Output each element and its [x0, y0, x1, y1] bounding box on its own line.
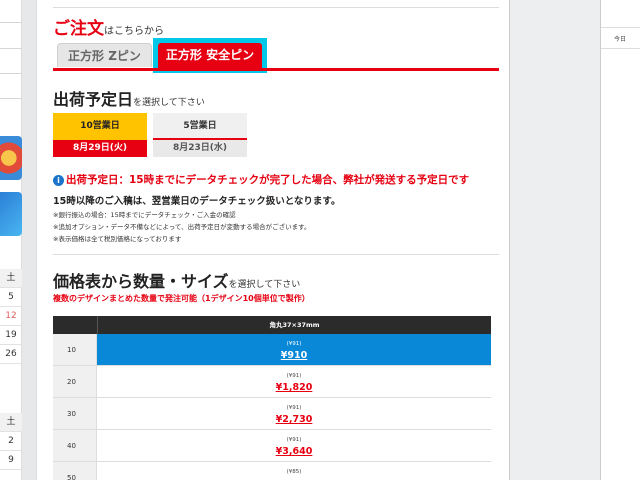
- ship-option-5-days[interactable]: 5営業日 8月23日(水): [153, 113, 247, 157]
- price-row[interactable]: 20 (¥91) ¥1,820: [53, 366, 491, 398]
- price-table-header: 角丸37×37mm: [53, 316, 491, 334]
- qty-cell: 40: [53, 430, 97, 461]
- qty-cell: 30: [53, 398, 97, 429]
- price-row[interactable]: 10 (¥91) ¥910: [53, 334, 491, 366]
- shipping-notice-text: 出荷予定日：15時までにデータチェックが完了した場合、弊社が発送する予定日です: [66, 174, 470, 186]
- divider: [601, 48, 640, 49]
- calendar-week: 土 5 12 19 26: [0, 269, 22, 364]
- total-price: ¥3,640: [275, 446, 313, 457]
- order-title: ご注文: [53, 19, 104, 39]
- promo-thumbnail[interactable]: [0, 136, 22, 180]
- info-icon: i: [53, 175, 64, 186]
- ship-option-date: 8月29日(火): [53, 140, 147, 157]
- unit-price: (¥85): [286, 469, 302, 475]
- price-cell[interactable]: (¥85): [97, 462, 491, 480]
- size-column-header: 角丸37×37mm: [97, 316, 491, 334]
- bulk-order-note: 複数のデザインまとめた数量で発注可能（1デザイン10個単位で製作）: [53, 294, 310, 303]
- divider: [601, 27, 640, 28]
- qty-cell: 20: [53, 366, 97, 397]
- price-cell[interactable]: (¥91) ¥2,730: [97, 398, 491, 429]
- shipping-subtitle: を選択して下さい: [133, 98, 205, 108]
- divider: [53, 254, 499, 255]
- shipping-notice: i 出荷予定日：15時までにデータチェックが完了した場合、弊社が発送する予定日です: [53, 172, 469, 187]
- tab-square-z-pin[interactable]: 正方形 Zピン: [57, 43, 152, 67]
- price-cell[interactable]: (¥91) ¥910: [97, 334, 491, 365]
- calendar-day[interactable]: 26: [0, 345, 22, 364]
- divider: [0, 48, 22, 49]
- unit-price: (¥91): [286, 373, 302, 379]
- cutoff-note: 15時以降のご入稿は、翌営業日のデータチェック扱いとなります。: [53, 196, 341, 207]
- unit-price: (¥91): [286, 437, 302, 443]
- ship-option-days: 5営業日: [153, 113, 247, 140]
- left-calendar-strip: 土 5 12 19 26 土 2 9: [0, 0, 22, 480]
- pricing-title: 価格表から数量・サイズ: [53, 272, 229, 291]
- calendar-day[interactable]: 12: [0, 307, 22, 326]
- pricing-subtitle: を選択して下さい: [228, 280, 301, 290]
- today-label[interactable]: 今日: [614, 34, 626, 43]
- tab-underline: [53, 68, 499, 71]
- ship-option-10-days[interactable]: 10営業日 8月29日(火): [53, 113, 147, 157]
- price-row[interactable]: 40 (¥91) ¥3,640: [53, 430, 491, 462]
- calendar-day[interactable]: 19: [0, 326, 22, 345]
- price-cell[interactable]: (¥91) ¥3,640: [97, 430, 491, 461]
- divider: [0, 22, 22, 23]
- divider: [53, 7, 499, 8]
- price-row[interactable]: 30 (¥91) ¥2,730: [53, 398, 491, 430]
- qty-header-cell: [53, 316, 97, 334]
- promo-thumbnail[interactable]: [0, 192, 22, 236]
- tab-square-safety-pin[interactable]: 正方形 安全ピン: [158, 43, 262, 68]
- divider: [0, 98, 22, 99]
- calendar-day[interactable]: 2: [0, 432, 22, 451]
- gutter: [22, 0, 36, 480]
- calendar-day-header: 土: [0, 269, 22, 288]
- qty-cell: 10: [53, 334, 97, 365]
- unit-price: (¥91): [286, 341, 302, 347]
- shipping-title: 出荷予定日: [53, 90, 134, 109]
- page: { "order": { "title": "ご注文", "subtitle":…: [0, 0, 640, 480]
- note-line: ※追加オプション・データ不備などによって、出荷予定日が変動する場合がございます。: [53, 223, 311, 231]
- order-panel: ご注文はこちらから 正方形 Zピン 正方形 安全ピン 出荷予定日を選択して下さい…: [36, 0, 510, 480]
- price-row[interactable]: 50 (¥85): [53, 462, 491, 480]
- order-heading: ご注文はこちらから: [53, 14, 164, 39]
- pricing-heading: 価格表から数量・サイズを選択して下さい: [53, 268, 300, 292]
- divider: [0, 73, 22, 74]
- note-line: ※銀行振込の場合：15時までにデータチェック・ご入金の確認: [53, 211, 236, 219]
- ship-option-date: 8月23日(水): [153, 140, 247, 157]
- price-table: 角丸37×37mm 10 (¥91) ¥910 20 (¥91) ¥1,820 …: [53, 316, 491, 480]
- right-calendar-card: 今日: [600, 0, 640, 480]
- calendar-day[interactable]: 5: [0, 288, 22, 307]
- qty-cell: 50: [53, 462, 97, 480]
- note-line: ※表示価格は全て税別価格になっております: [53, 235, 182, 243]
- ship-option-days: 10営業日: [53, 113, 147, 140]
- total-price: ¥1,820: [275, 382, 313, 393]
- price-cell[interactable]: (¥91) ¥1,820: [97, 366, 491, 397]
- total-price: ¥910: [280, 350, 308, 361]
- shipping-heading: 出荷予定日を選択して下さい: [53, 86, 205, 110]
- calendar-week: 土 2 9: [0, 413, 22, 470]
- calendar-day[interactable]: 9: [0, 451, 22, 470]
- order-subtitle: はこちらから: [104, 26, 164, 37]
- unit-price: (¥91): [286, 405, 302, 411]
- calendar-day-header: 土: [0, 413, 22, 432]
- total-price: ¥2,730: [275, 414, 313, 425]
